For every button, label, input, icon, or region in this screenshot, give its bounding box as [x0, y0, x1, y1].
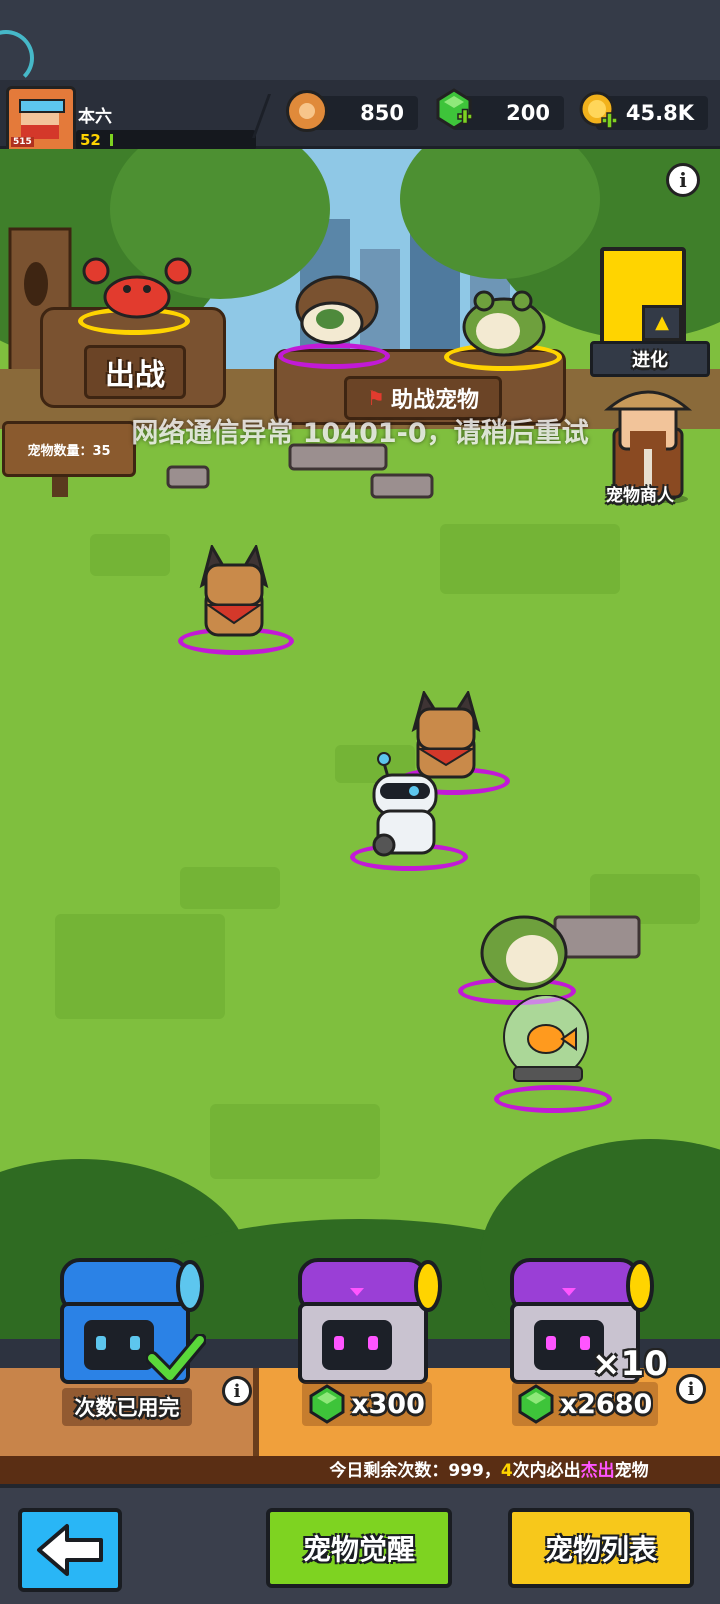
- chest2-cost: x300: [351, 1388, 425, 1420]
- coin-value: 850: [360, 101, 404, 125]
- dog-svg: [199, 543, 269, 637]
- pet-awaken-label: 宠物觉醒: [302, 1533, 415, 1566]
- daily-suffix: 宠物: [614, 1461, 649, 1481]
- player-avatar[interactable]: 515: [6, 86, 76, 156]
- green-gem-icon: [518, 1384, 554, 1424]
- frog-pet[interactable]: [458, 287, 550, 357]
- fishbowl-svg: [503, 994, 589, 1082]
- info-icon[interactable]: i: [676, 1374, 706, 1404]
- paw-coin-icon: [286, 90, 328, 132]
- daily-info: 今日剩余次数：999，4次内必出杰出宠物: [258, 1458, 720, 1484]
- daily-count: 4: [500, 1461, 513, 1481]
- evolve-machine[interactable]: ▲: [600, 247, 686, 347]
- player-level: 52: [80, 131, 101, 149]
- info-icon[interactable]: i: [666, 163, 700, 197]
- flag-icon: ⚑: [367, 386, 385, 410]
- green-gem-plus-icon[interactable]: [434, 88, 474, 132]
- daily-highlight: 杰出: [580, 1461, 615, 1481]
- frog-pet-2[interactable]: [478, 907, 570, 991]
- evolve-sign[interactable]: 进化: [590, 341, 710, 377]
- error-toast: 网络通信异常 10401-0，请稍后重试: [131, 418, 589, 449]
- crab-svg: [82, 257, 192, 319]
- pet-list-label: 宠物列表: [544, 1533, 657, 1566]
- info-icon[interactable]: i: [222, 1376, 252, 1406]
- chest1-label: 次数已用完: [74, 1396, 180, 1420]
- assist-label: 助战宠物: [390, 388, 479, 413]
- gold-value: 45.8K: [625, 101, 694, 125]
- bottom-nav: 宠物觉醒 宠物列表: [0, 1484, 720, 1604]
- avatar-badge: 515: [11, 137, 34, 147]
- purple-chest[interactable]: [294, 1250, 444, 1390]
- checkmark-icon: [145, 1333, 207, 1384]
- deploy-label: 出战: [105, 358, 165, 393]
- chest3-cost: x2680: [559, 1388, 653, 1420]
- player-name: 本六: [78, 107, 112, 127]
- pet-yard-scene: 出战 ⚑ 助战宠物 宠物数量：35 i ▲ 进化 宠物商人 网络通信异常 104…: [0, 149, 720, 1339]
- pet-list-button[interactable]: 宠物列表: [508, 1508, 694, 1588]
- up-arrow-icon: ▲: [642, 305, 682, 341]
- gem-value: 200: [506, 101, 550, 125]
- turtle-pet[interactable]: [292, 273, 382, 351]
- chest3-cost-box[interactable]: x2680: [512, 1382, 658, 1426]
- daily-mid: 次内必出: [512, 1461, 581, 1481]
- dog-pet[interactable]: [192, 543, 276, 641]
- pet-awaken-button[interactable]: 宠物觉醒: [266, 1508, 452, 1588]
- loading-ring-icon: [0, 30, 34, 86]
- daily-prefix: 今日剩余次数：999，: [329, 1461, 501, 1481]
- avatar-goggles: [19, 99, 65, 113]
- gold-svg: [579, 91, 618, 129]
- chest-panel: i 次数已用完 x300 ×10 i x2680 今日剩余次数：999，4次内必…: [0, 1258, 720, 1484]
- evolve-label: 进化: [632, 350, 668, 371]
- checkmark-svg: [145, 1333, 207, 1383]
- header-divider: [251, 94, 272, 138]
- back-arrow-icon: [37, 1524, 103, 1576]
- frog2-svg: [480, 915, 568, 991]
- crab-pet[interactable]: [82, 253, 192, 323]
- back-button[interactable]: [18, 1508, 122, 1592]
- xp-bar: 52: [76, 130, 256, 150]
- robot-pet[interactable]: [366, 749, 446, 859]
- green-gem-icon: [309, 1384, 345, 1424]
- fishbowl-pet[interactable]: [500, 994, 600, 1095]
- robot-svg: [372, 752, 438, 857]
- turtle-svg: [295, 275, 379, 345]
- purple-chest-svg: [298, 1258, 442, 1384]
- deploy-sign[interactable]: 出战: [84, 345, 186, 399]
- xp-fill: [110, 134, 113, 146]
- merchant-label: 宠物商人: [606, 486, 674, 506]
- top-resource-bar: 515 本六 52 850 200 45.8K: [0, 80, 720, 156]
- status-bar: [0, 0, 720, 86]
- chest2-cost-box[interactable]: x300: [302, 1382, 432, 1426]
- frog-svg: [462, 290, 546, 357]
- chest1-label-box: 次数已用完: [62, 1388, 192, 1426]
- gold-coin-plus-icon[interactable]: [578, 90, 620, 132]
- gem-svg: [436, 88, 473, 130]
- paw-mark: [299, 103, 315, 119]
- chest3-multiplier: ×10: [592, 1344, 668, 1384]
